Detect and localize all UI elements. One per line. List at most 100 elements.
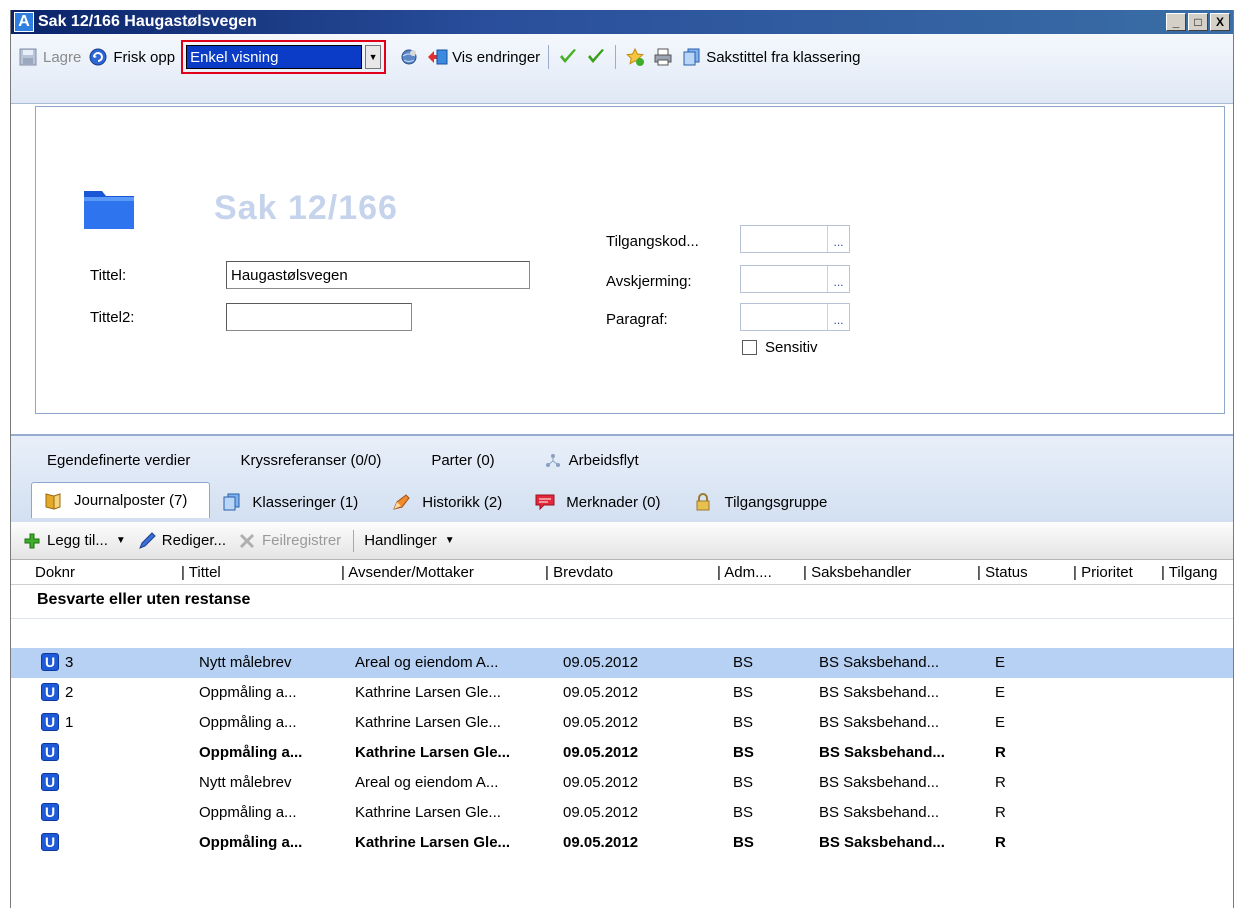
plus-icon (21, 530, 43, 552)
cell-adm: BS (733, 714, 754, 731)
access-code-value[interactable] (741, 226, 827, 252)
table-row[interactable]: U Oppmåling a... Kathrine Larsen Gle... … (11, 828, 1233, 858)
star-add-icon (624, 46, 646, 68)
paragraph-lookup-button[interactable]: ... (827, 304, 849, 330)
refresh-label: Frisk opp (113, 48, 176, 66)
document-type-badge: U (41, 653, 59, 671)
tab-remarks[interactable]: Merknader (0) (524, 486, 682, 518)
tab-label: Kryssreferanser (0/0) (240, 452, 382, 469)
tab-label: Journalposter (7) (74, 492, 188, 509)
tab-label: Merknader (0) (566, 493, 661, 511)
add-button[interactable]: Legg til... ▼ (21, 530, 126, 552)
checkmark-icon (585, 46, 607, 68)
edit-label: Rediger... (161, 532, 226, 549)
tab-label: Historikk (2) (422, 493, 503, 511)
screening-label: Avskjerming: (606, 273, 692, 290)
cell-status: R (995, 744, 1006, 761)
toolbar-separator (353, 529, 355, 552)
show-changes-button[interactable]: Vis endringer (426, 46, 540, 68)
documents-icon (680, 46, 702, 68)
approve-all-button[interactable] (585, 46, 607, 68)
toolbar-separator (615, 45, 617, 69)
paragraph-label: Paragraf: (606, 311, 668, 328)
folder-icon (82, 183, 136, 235)
cell-case-handler: BS Saksbehand... (819, 654, 940, 671)
column-priority[interactable]: | Prioritet (1073, 564, 1133, 581)
access-code-lookup[interactable]: ... (740, 225, 850, 253)
chevron-down-icon[interactable]: ▼ (116, 535, 126, 546)
tab-workflow[interactable]: Arbeidsflyt (545, 452, 639, 469)
case-heading: Sak 12/166 (214, 189, 398, 227)
tab-journal-entries[interactable]: Journalposter (7) (31, 482, 211, 518)
approve-button[interactable] (557, 46, 579, 68)
title-input[interactable]: Haugastølsvegen (226, 261, 530, 289)
screening-value[interactable] (741, 266, 827, 292)
column-access[interactable]: | Tilgang (1161, 564, 1235, 581)
title-from-class-button[interactable]: Sakstittel fra klassering (680, 46, 860, 68)
document-type-badge: U (41, 713, 59, 731)
paragraph-value[interactable] (741, 304, 827, 330)
column-doknr[interactable]: Doknr (35, 564, 75, 581)
table-row[interactable]: U Oppmåling a... Kathrine Larsen Gle... … (11, 738, 1233, 768)
title2-input[interactable] (226, 303, 412, 331)
table-row[interactable]: U 2 Oppmåling a... Kathrine Larsen Gle..… (11, 678, 1233, 708)
table-row[interactable]: U 1 Oppmåling a... Kathrine Larsen Gle..… (11, 708, 1233, 738)
minimize-button[interactable]: _ (1166, 13, 1186, 31)
save-label: Lagre (43, 48, 82, 66)
save-icon (17, 46, 39, 68)
journal-icon (42, 490, 64, 512)
column-status[interactable]: | Status (977, 564, 1028, 581)
cell-doknr: 2 (65, 684, 74, 701)
column-adm[interactable]: | Adm.... (717, 564, 772, 581)
cell-status: R (995, 804, 1006, 821)
refresh-button[interactable]: Frisk opp (87, 46, 175, 68)
cell-status: E (995, 714, 1006, 731)
column-case-handler[interactable]: | Saksbehandler (803, 564, 911, 581)
cell-adm: BS (733, 834, 754, 851)
cell-doknr: 3 (65, 654, 74, 671)
toolbar-separator (548, 45, 550, 69)
chevron-down-icon[interactable]: ▼ (365, 45, 382, 69)
group-header[interactable]: Besvarte eller uten restanse (11, 585, 1233, 619)
tab-cross-references[interactable]: Kryssreferanser (0/0) (240, 452, 381, 469)
sensitive-checkbox[interactable] (742, 340, 757, 355)
tab-history[interactable]: Historikk (2) (380, 486, 524, 518)
view-mode-select[interactable]: Enkel visning (186, 45, 363, 69)
cell-date: 09.05.2012 (563, 774, 639, 791)
close-button[interactable]: X (1210, 13, 1230, 31)
cell-status: R (995, 834, 1006, 851)
column-letter-date[interactable]: | Brevdato (545, 564, 613, 581)
title2-label: Tittel2: (90, 309, 135, 326)
screening-lookup-button[interactable]: ... (827, 266, 849, 292)
save-button[interactable]: Lagre (17, 46, 81, 68)
screening-lookup[interactable]: ... (740, 265, 850, 293)
maximize-button[interactable]: □ (1188, 13, 1208, 31)
favorite-button[interactable] (624, 46, 646, 68)
misregister-button[interactable]: Feilregistrer (236, 530, 341, 552)
compare-icon (426, 46, 448, 68)
tab-label: Parter (0) (431, 452, 495, 469)
print-button[interactable] (652, 46, 674, 68)
column-sender-recipient[interactable]: | Avsender/Mottaker (341, 564, 474, 581)
tab-custom-values[interactable]: Egendefinerte verdier (47, 452, 190, 469)
sensitive-checkbox-row[interactable]: Sensitiv (742, 339, 818, 356)
tab-access-group[interactable]: Tilgangsgruppe (682, 486, 849, 518)
actions-button[interactable]: Handlinger ▼ (364, 532, 454, 549)
title-bar[interactable]: A Sak 12/166 Haugastølsvegen _ □ X (11, 10, 1233, 34)
paragraph-lookup[interactable]: ... (740, 303, 850, 331)
cell-sender: Areal og eiendom A... (355, 774, 499, 791)
tab-parties[interactable]: Parter (0) (431, 452, 494, 469)
cell-case-handler: BS Saksbehand... (819, 804, 940, 821)
access-code-lookup-button[interactable]: ... (827, 226, 849, 252)
cell-sender: Kathrine Larsen Gle... (355, 834, 511, 851)
table-row[interactable]: U Oppmåling a... Kathrine Larsen Gle... … (11, 798, 1233, 828)
tab-classifications[interactable]: Klasseringer (1) (210, 486, 380, 518)
table-row[interactable]: U 3 Nytt målebrev Areal og eiendom A... … (11, 648, 1233, 678)
table-row[interactable]: U Nytt målebrev Areal og eiendom A... 09… (11, 768, 1233, 798)
column-title[interactable]: | Tittel (181, 564, 221, 581)
globe-button[interactable] (398, 46, 420, 68)
edit-button[interactable]: Rediger... (136, 530, 226, 552)
cell-title: Nytt målebrev (199, 774, 292, 791)
window-controls: _ □ X (1166, 13, 1230, 31)
cell-adm: BS (733, 774, 754, 791)
